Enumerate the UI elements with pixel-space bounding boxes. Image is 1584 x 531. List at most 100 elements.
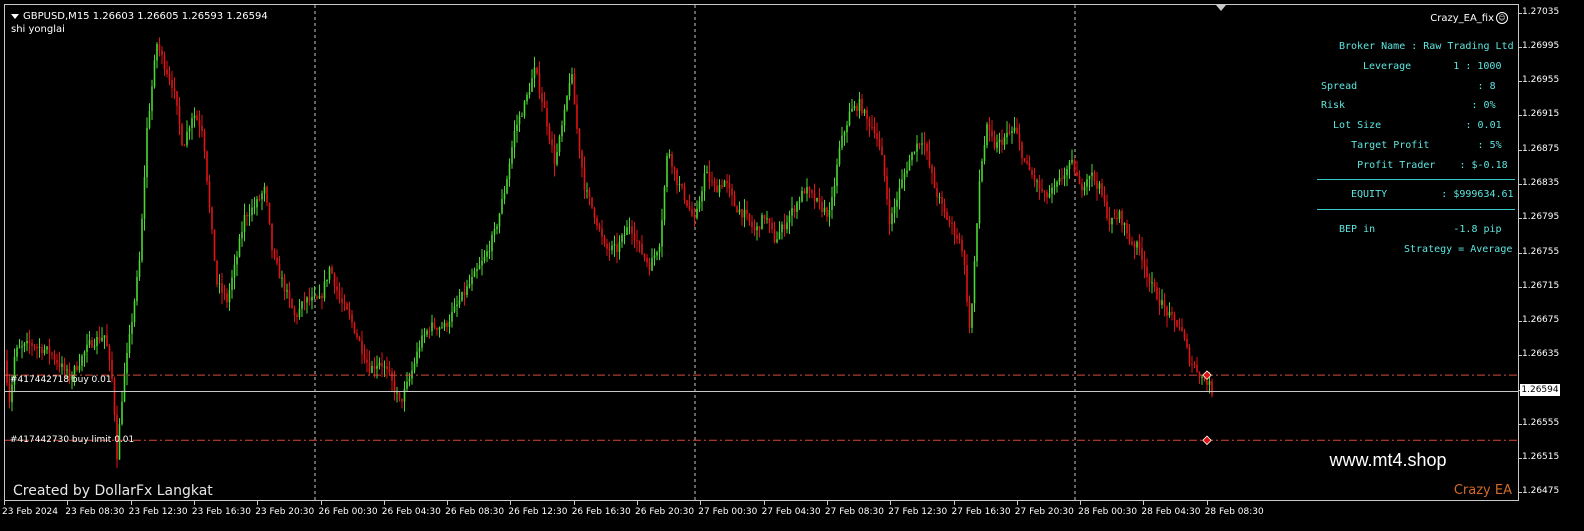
bear-candle <box>1176 320 1178 327</box>
bear-candle <box>398 392 401 399</box>
price-axis[interactable]: 1.27035 1.26995 1.26955 1.26915 1.26875 1.268… <box>1519 4 1584 501</box>
bear-candle <box>573 74 576 105</box>
bear-candle <box>593 207 596 218</box>
bull-candle <box>863 109 866 114</box>
bull-candle <box>318 296 321 299</box>
bull-candle <box>506 179 508 194</box>
bull-candle <box>476 269 478 272</box>
bear-candle <box>591 197 593 208</box>
bear-candle <box>288 290 291 300</box>
bull-candle <box>471 276 473 284</box>
bull-candle <box>1151 282 1153 284</box>
indicator-subtitle: shi yonglai <box>11 24 65 35</box>
bear-candle <box>771 222 773 230</box>
bull-candle <box>978 181 981 224</box>
panel-separator <box>1317 209 1515 210</box>
order-label-buy[interactable]: #417442718 buy 0.01 <box>10 375 112 385</box>
bull-candle <box>756 226 758 231</box>
bear-candle <box>606 243 608 249</box>
time-tick <box>826 501 828 505</box>
bear-candle <box>681 184 683 187</box>
bear-candle <box>108 346 111 360</box>
bull-candle <box>911 152 913 161</box>
bull-candle <box>698 201 701 209</box>
bear-candle <box>211 207 213 230</box>
bear-candle <box>1031 170 1033 175</box>
bear-candle <box>1093 172 1096 181</box>
bull-candle <box>1011 130 1013 134</box>
ohlc-values: 1.26603 1.26605 1.26593 1.26594 <box>92 11 268 22</box>
bear-candle <box>953 223 956 236</box>
bear-candle <box>708 171 711 182</box>
bear-candle <box>1038 180 1041 189</box>
bull-candle <box>766 218 768 220</box>
bear-candle <box>373 365 376 369</box>
bull-candle <box>828 210 831 217</box>
chart-shift-marker-icon[interactable] <box>1216 5 1226 11</box>
bear-candle <box>321 296 323 299</box>
bull-candle <box>43 349 46 354</box>
bull-candle <box>418 347 421 352</box>
time-tick <box>67 501 69 505</box>
bull-candle <box>406 381 408 389</box>
bear-candle <box>308 297 311 301</box>
bear-candle <box>266 186 268 203</box>
credit-text: Created by DollarFx Langkat <box>13 483 213 499</box>
bear-candle <box>33 345 36 348</box>
bear-candle <box>36 347 38 349</box>
bull-candle <box>526 94 528 102</box>
bull-candle <box>1053 186 1056 188</box>
time-axis[interactable]: 23 Feb 2024 23 Feb 08:30 23 Feb 12:30 23 Fe… <box>2 501 1519 531</box>
bear-candle <box>746 209 748 214</box>
leverage: Leverage 1 : 1000 <box>1363 61 1502 72</box>
bull-candle <box>1058 177 1061 182</box>
bear-candle <box>936 187 938 198</box>
time-label: 23 Feb 16:30 <box>191 507 251 517</box>
bull-candle <box>996 142 998 148</box>
bear-candle <box>351 314 353 323</box>
time-label: 28 Feb 04:30 <box>1141 507 1201 517</box>
bear-candle <box>581 150 583 168</box>
bear-candle <box>671 154 673 167</box>
bull-candle <box>21 346 23 348</box>
bull-candle <box>121 401 123 425</box>
bull-candle <box>61 363 63 367</box>
time-label: 23 Feb 2024 <box>2 507 59 517</box>
time-tick <box>763 501 765 505</box>
strategy: Strategy = Average <box>1404 244 1513 255</box>
bear-candle <box>958 238 961 240</box>
bear-candle <box>608 248 611 251</box>
bull-candle <box>481 260 483 266</box>
bull-candle <box>558 136 561 153</box>
expert-advisor-name[interactable]: Crazy_EA_fix ☺ <box>1430 12 1508 24</box>
bear-candle <box>1181 327 1183 332</box>
bull-candle <box>666 156 668 188</box>
bull-candle <box>916 143 918 152</box>
bear-candle <box>158 44 161 51</box>
bull-candle <box>378 362 381 366</box>
bear-candle <box>1156 287 1158 300</box>
bull-candle <box>563 109 566 126</box>
price-label: 1.26555 <box>1522 417 1560 428</box>
spread: Spread : 8 <box>1321 81 1496 92</box>
chart-area[interactable]: GBPUSD,M15 1.26603 1.26605 1.26593 1.265… <box>4 4 1519 501</box>
bull-candle <box>431 322 433 332</box>
bull-candle <box>898 187 901 200</box>
bull-candle <box>853 105 856 109</box>
bull-candle <box>141 218 143 261</box>
broker-name: Broker Name : Raw Trading Ltd <box>1339 41 1514 52</box>
bear-candle <box>1076 171 1078 177</box>
price-label: 1.26635 <box>1522 349 1560 360</box>
bull-candle <box>328 267 331 280</box>
bull-candle <box>448 321 451 327</box>
time-label: 26 Feb 00:30 <box>318 507 378 517</box>
bear-candle <box>258 199 261 201</box>
order-label-buy-limit[interactable]: #417442730 buy limit 0.01 <box>10 435 134 445</box>
bull-candle <box>146 127 148 178</box>
bull-candle <box>508 163 511 180</box>
bull-candle <box>628 226 631 228</box>
dropdown-triangle-icon[interactable] <box>11 13 19 19</box>
bull-candle <box>921 143 923 145</box>
bull-candle <box>723 180 726 187</box>
bull-candle <box>611 245 613 251</box>
